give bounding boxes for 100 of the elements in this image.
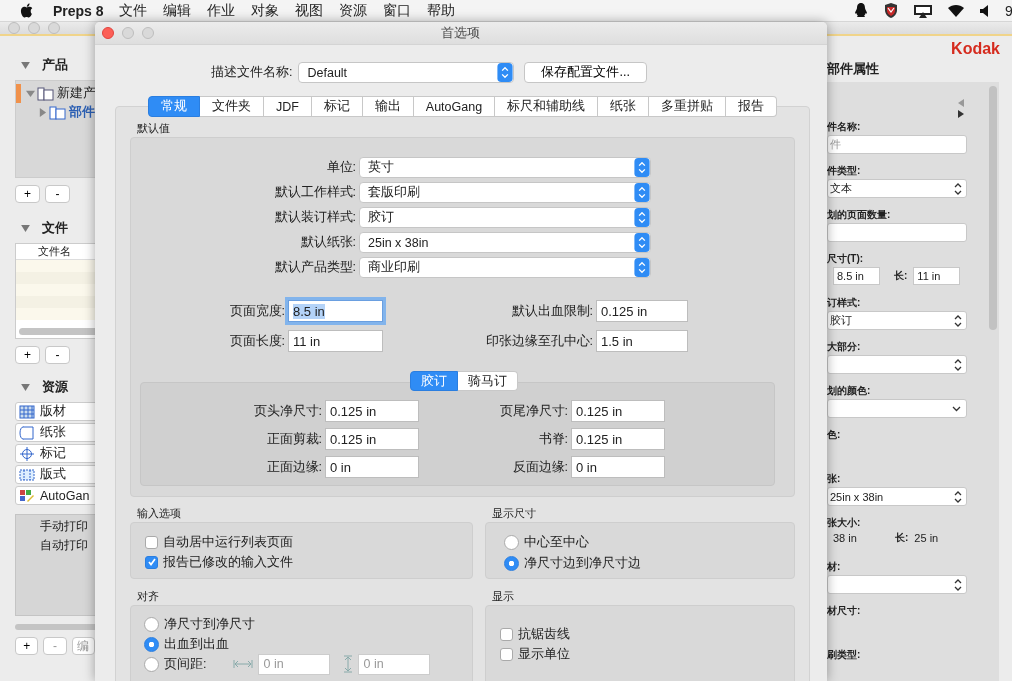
tab[interactable]: JDF — [263, 96, 312, 117]
menu-item[interactable]: 对象 — [250, 1, 279, 20]
tab[interactable]: 文件夹 — [199, 96, 264, 117]
disclosure-triangle-icon[interactable] — [26, 89, 35, 98]
tree-item[interactable]: 新建产 — [57, 85, 95, 102]
menu-item[interactable]: 窗口 — [382, 1, 411, 20]
wifi-icon[interactable] — [947, 3, 965, 18]
resource-item[interactable]: 标记 — [15, 444, 95, 463]
checkbox[interactable] — [145, 535, 158, 549]
close-button[interactable] — [8, 22, 20, 34]
menu-item[interactable]: 作业 — [206, 1, 235, 20]
dropdown[interactable] — [827, 355, 967, 374]
checkbox[interactable] — [500, 647, 513, 661]
height-field[interactable]: 11 in — [913, 267, 961, 285]
dropdown[interactable]: 25in x 38in — [827, 487, 967, 506]
radio-button[interactable] — [144, 656, 159, 672]
dropdown[interactable]: 英寸 — [359, 157, 651, 178]
close-button[interactable] — [102, 27, 114, 39]
disclosure-triangle-icon[interactable] — [21, 224, 30, 232]
table-row[interactable] — [16, 260, 95, 272]
menu-item[interactable]: 文件 — [118, 1, 147, 20]
checkbox[interactable] — [145, 555, 158, 569]
add-button[interactable]: + — [15, 346, 40, 364]
table-row[interactable] — [16, 284, 95, 296]
list-item[interactable]: 手动打印 — [16, 518, 95, 537]
menu-item[interactable]: 编辑 — [162, 1, 191, 20]
text-field[interactable]: 0.125 in — [571, 428, 665, 450]
dropdown[interactable]: 文本 — [827, 179, 967, 198]
checkbox[interactable] — [500, 627, 513, 641]
text-field[interactable]: 0.125 in — [325, 428, 419, 450]
radio-label[interactable]: 页间距: — [164, 655, 207, 673]
menu-item[interactable]: 资源 — [338, 1, 367, 20]
penguin-icon[interactable] — [853, 2, 869, 19]
text-field[interactable]: 0.125 in — [325, 400, 419, 422]
tab[interactable]: 输出 — [362, 96, 414, 117]
tab[interactable]: 纸张 — [598, 96, 650, 117]
radio-label[interactable]: 中心至中心 — [524, 534, 589, 551]
tab[interactable]: AutoGang — [413, 96, 496, 117]
tab[interactable]: 报告 — [726, 96, 778, 117]
disclosure-triangle-icon[interactable] — [38, 108, 47, 117]
segment-tab[interactable]: 骑马订 — [458, 371, 518, 391]
resource-item[interactable]: AutoGan — [15, 486, 95, 505]
right-arrow-icon[interactable] — [958, 110, 964, 118]
scroll-bar[interactable] — [15, 624, 95, 630]
left-arrow-icon[interactable] — [958, 99, 964, 107]
menu-item[interactable]: 视图 — [294, 1, 323, 20]
remove-button[interactable]: - — [45, 346, 70, 364]
radio-label[interactable]: 净尺寸到净尺寸 — [164, 615, 255, 633]
table-row[interactable] — [16, 296, 95, 308]
minimize-button[interactable] — [122, 27, 134, 39]
shield-icon[interactable] — [883, 2, 899, 19]
resource-item[interactable]: 版材 — [15, 402, 95, 421]
add-button[interactable]: + — [15, 637, 39, 655]
text-field[interactable] — [827, 223, 967, 242]
radio-button[interactable] — [144, 636, 159, 652]
dropdown[interactable]: 胶订 — [359, 207, 651, 228]
tab[interactable]: 多重拼贴 — [649, 96, 727, 117]
app-menu[interactable]: Preps 8 — [53, 2, 104, 19]
table-row[interactable] — [16, 308, 95, 320]
text-field[interactable]: 0.125 in — [596, 300, 688, 322]
minimize-button[interactable] — [28, 22, 40, 34]
checkbox-label[interactable]: 报告已修改的输入文件 — [163, 553, 293, 571]
text-field[interactable]: 8.5 in — [288, 300, 383, 322]
profile-dropdown[interactable]: Default — [298, 62, 515, 83]
dropdown[interactable]: 套版印刷 — [359, 182, 651, 203]
tab[interactable]: 标尺和辅助线 — [495, 96, 599, 117]
resource-item[interactable]: 纸张 — [15, 423, 95, 442]
remove-button[interactable]: - — [45, 185, 70, 203]
dropdown[interactable] — [827, 575, 967, 594]
checkbox-label[interactable]: 自动居中运行列表页面 — [163, 533, 293, 551]
display-icon[interactable] — [913, 2, 933, 19]
text-field[interactable]: 0.125 in — [571, 400, 665, 422]
checkbox-label[interactable]: 显示单位 — [518, 645, 570, 663]
speaker-icon[interactable] — [979, 3, 991, 18]
dropdown[interactable]: 25in x 38in — [359, 232, 651, 253]
text-field[interactable]: 0 in — [571, 456, 665, 478]
menu-item[interactable]: 帮助 — [426, 1, 455, 20]
save-profile-button[interactable]: 保存配置文件... — [524, 62, 647, 83]
apple-icon[interactable] — [20, 3, 33, 18]
text-field[interactable]: 0 in — [325, 456, 419, 478]
tab[interactable]: 标记 — [311, 96, 363, 117]
disclosure-triangle-icon[interactable] — [21, 61, 30, 69]
zoom-button[interactable] — [48, 22, 60, 34]
text-field[interactable]: 11 in — [288, 330, 383, 352]
tree-item[interactable]: 部件 — [69, 104, 95, 121]
add-button[interactable]: + — [15, 185, 40, 203]
radio-button[interactable] — [504, 556, 519, 571]
checkbox-label[interactable]: 抗锯齿线 — [518, 625, 570, 643]
radio-label[interactable]: 出血到出血 — [164, 635, 229, 653]
zoom-button[interactable] — [142, 27, 154, 39]
radio-button[interactable] — [144, 616, 159, 632]
dropdown[interactable]: 商业印刷 — [359, 257, 651, 278]
combo-box[interactable] — [827, 399, 967, 418]
disclosure-triangle-icon[interactable] — [21, 383, 30, 391]
dropdown[interactable]: 胶订 — [827, 311, 967, 330]
list-item[interactable]: 自动打印 — [16, 537, 95, 556]
radio-label[interactable]: 净尺寸边到净尺寸边 — [524, 555, 641, 572]
text-field[interactable]: 1.5 in — [596, 330, 688, 352]
width-field[interactable]: 8.5 in — [833, 267, 880, 285]
scroll-bar[interactable] — [19, 328, 95, 335]
